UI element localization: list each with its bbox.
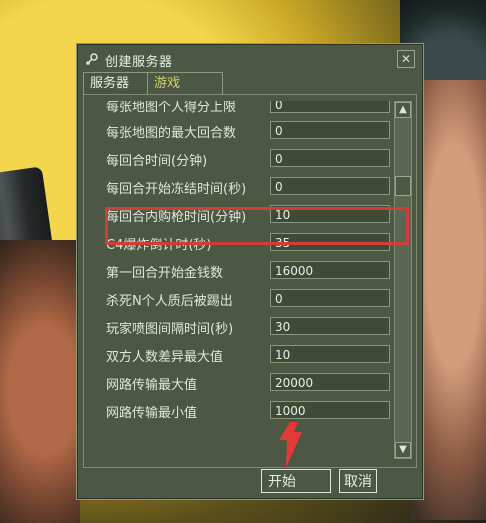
setting-label: 网路传输最小值: [106, 406, 198, 421]
settings-row: 玩家喷图间隔时间(秒) 30: [90, 315, 396, 339]
settings-row: 网路传输最小值 1000: [90, 399, 396, 423]
highlight-box: [105, 207, 409, 245]
dialog-title: 创建服务器: [105, 55, 173, 70]
setting-input[interactable]: 10: [270, 345, 390, 363]
settings-row: 每张地图个人得分上限 0: [90, 101, 396, 117]
setting-input[interactable]: 0: [270, 121, 390, 139]
tab-server[interactable]: 服务器: [83, 72, 151, 95]
setting-label: 每张地图个人得分上限: [106, 101, 237, 115]
vertical-scrollbar[interactable]: ▲ ▼: [394, 101, 412, 459]
setting-input[interactable]: 20000: [270, 373, 390, 391]
scroll-down-button[interactable]: ▼: [395, 442, 411, 458]
setting-input[interactable]: 0: [270, 289, 390, 307]
setting-input[interactable]: 0: [270, 149, 390, 167]
close-button[interactable]: ✕: [397, 50, 415, 68]
setting-label: 网路传输最大值: [106, 378, 198, 393]
setting-label: 每回合时间(分钟): [106, 154, 208, 169]
create-server-dialog: 创建服务器 ✕ 服务器 游戏 每张地图个人得分上限 0 每张地图的最大回合数 0…: [76, 43, 424, 500]
setting-label: 每张地图的最大回合数: [106, 126, 237, 141]
title-bar: 创建服务器 ✕: [77, 44, 423, 74]
settings-row: 杀死N个人质后被踢出 0: [90, 287, 396, 311]
setting-input[interactable]: 0: [270, 101, 390, 113]
setting-input[interactable]: 0: [270, 177, 390, 195]
settings-row: 网路传输最大值 20000: [90, 371, 396, 395]
setting-label: 玩家喷图间隔时间(秒): [106, 322, 234, 337]
settings-row: 每回合开始冻结时间(秒) 0: [90, 175, 396, 199]
settings-row: 第一回合开始金钱数 16000: [90, 259, 396, 283]
settings-row: 每张地图的最大回合数 0: [90, 119, 396, 143]
setting-input[interactable]: 1000: [270, 401, 390, 419]
scroll-up-button[interactable]: ▲: [395, 102, 411, 118]
scroll-thumb[interactable]: [395, 176, 411, 196]
setting-label: 第一回合开始金钱数: [106, 266, 224, 281]
button-bar: 开始 取消: [77, 464, 423, 498]
settings-row: 双方人数差异最大值 10: [90, 343, 396, 367]
setting-label: 每回合开始冻结时间(秒): [106, 182, 247, 197]
setting-input[interactable]: 30: [270, 317, 390, 335]
settings-list: 每张地图个人得分上限 0 每张地图的最大回合数 0 每回合时间(分钟) 0 每回…: [90, 101, 396, 457]
steam-icon: [85, 52, 99, 66]
settings-panel: 每张地图个人得分上限 0 每张地图的最大回合数 0 每回合时间(分钟) 0 每回…: [83, 94, 417, 468]
settings-row: 每回合时间(分钟) 0: [90, 147, 396, 171]
red-arrow-icon: [279, 422, 302, 468]
setting-input[interactable]: 16000: [270, 261, 390, 279]
background-soldier-left: [0, 240, 80, 523]
setting-label: 杀死N个人质后被踢出: [106, 294, 233, 309]
cancel-button[interactable]: 取消: [339, 469, 377, 493]
tab-game[interactable]: 游戏: [147, 72, 223, 95]
setting-label: 双方人数差异最大值: [106, 350, 224, 365]
